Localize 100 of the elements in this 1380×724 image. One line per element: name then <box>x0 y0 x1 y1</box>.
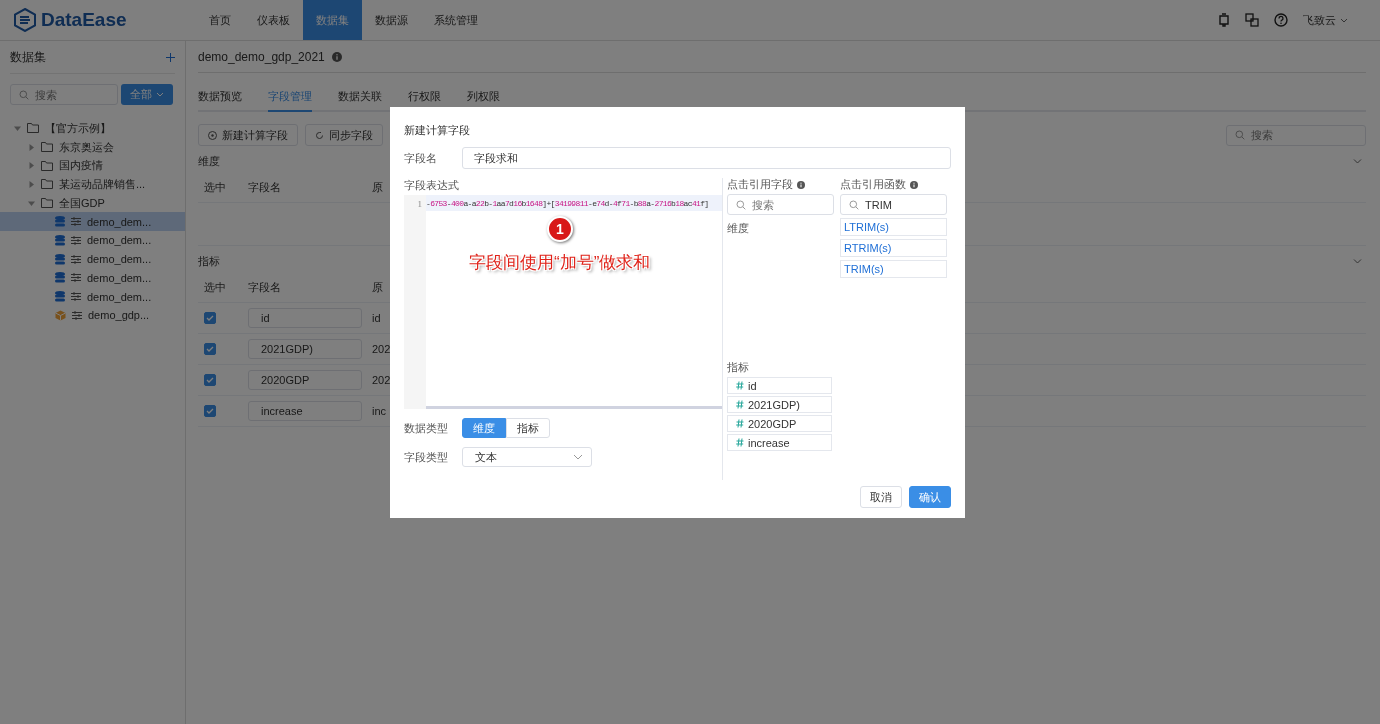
column-header: 原 <box>372 279 383 295</box>
table-cell: id <box>372 312 381 324</box>
field-label: 字段名 <box>404 150 438 166</box>
chevron-icon[interactable] <box>1353 158 1362 164</box>
user-name[interactable]: 飞致云 <box>1303 12 1336 28</box>
field-name-input[interactable]: 2021GDP) <box>248 339 362 359</box>
checkbox[interactable] <box>204 343 216 355</box>
tree-item[interactable]: demo_dem... <box>0 231 185 250</box>
field-label: 数据类型 <box>404 420 449 436</box>
expand-arrow-icon[interactable] <box>28 143 35 151</box>
tree-item[interactable]: 全国GDP <box>0 193 185 213</box>
column-header: 字段名 <box>248 179 282 195</box>
field-name-input[interactable]: 2020GDP <box>248 370 362 390</box>
table-cell: inc <box>372 405 387 417</box>
group-label: 维度 <box>727 221 750 236</box>
folder-icon <box>41 142 53 153</box>
tree-item[interactable]: 【官方示例】 <box>0 119 185 138</box>
cube-icon <box>55 309 66 321</box>
field-label: 字段表达式 <box>404 178 460 193</box>
expand-arrow-icon[interactable] <box>14 124 21 132</box>
checkbox[interactable] <box>204 374 216 386</box>
info-icon[interactable] <box>910 180 918 189</box>
search-field[interactable]: 搜索 <box>10 84 118 105</box>
chevron-icon[interactable] <box>1353 258 1362 264</box>
expand-arrow-icon[interactable] <box>28 180 35 188</box>
tab[interactable]: 数据关联 <box>338 89 382 112</box>
caret-icon <box>156 92 164 97</box>
search-field[interactable]: 搜索 <box>1226 124 1366 146</box>
new-field-button[interactable]: 新建计算字段 <box>198 124 298 146</box>
expand-arrow-icon[interactable] <box>28 162 35 170</box>
bell-icon[interactable] <box>1218 13 1230 27</box>
filter-dropdown[interactable]: 全部 <box>121 84 173 105</box>
tree-item[interactable]: 国内疫情 <box>0 156 185 176</box>
tree-item[interactable]: demo_dem... <box>0 287 185 306</box>
search-icon <box>19 89 29 100</box>
expand-arrow-icon[interactable] <box>28 199 35 207</box>
tab[interactable]: 字段管理 <box>268 89 312 112</box>
search-icon <box>1235 130 1245 140</box>
sliders-icon <box>71 273 81 283</box>
sliders-icon <box>71 235 81 245</box>
name-input[interactable]: 字段求和 <box>462 147 951 169</box>
type-select[interactable]: 文本 <box>462 447 592 467</box>
section-title: 维度 <box>198 153 220 169</box>
panel-title: 点击引用字段 <box>727 177 793 192</box>
nav-tab[interactable]: 系统管理 <box>421 0 491 40</box>
sliders-icon <box>71 217 81 227</box>
search-field[interactable]: 搜索 <box>727 194 834 215</box>
sliders-icon <box>72 310 82 320</box>
search-field[interactable]: TRIM <box>840 194 947 215</box>
column-header: 字段名 <box>248 279 282 295</box>
folder-icon <box>41 179 53 190</box>
dialog-title: 新建计算字段 <box>404 123 471 138</box>
logo-text: DataEase <box>41 9 127 31</box>
function-item[interactable]: TRIM(s) <box>840 260 947 278</box>
database-icon <box>55 216 65 228</box>
search-icon <box>849 199 859 210</box>
table-cell: 202 <box>372 343 391 355</box>
tab[interactable]: 数据预览 <box>198 89 242 112</box>
tree-item[interactable]: demo_gdp... <box>0 305 185 325</box>
tree-item[interactable]: 某运动品牌销售... <box>0 175 185 194</box>
checkbox[interactable] <box>204 312 216 324</box>
section-title: 指标 <box>198 253 220 269</box>
refresh-icon <box>315 130 324 140</box>
code-editor[interactable]: 1 -6753-400a-a22b-1aa7d16b1648]+[34199811-e74d-4f71-b88a-2716b18ac41f] 1 字段间使用“加号”做求和 <box>404 195 722 409</box>
chevron-icon <box>573 454 583 460</box>
folder-icon <box>41 160 53 171</box>
dataset-title: demo_demo_gdp_2021 <box>198 49 325 64</box>
column-header: 原 <box>372 179 383 195</box>
database-icon <box>55 272 65 284</box>
segment-button[interactable]: 指标 <box>506 418 550 438</box>
nav-tab[interactable]: 仪表板 <box>244 0 303 40</box>
plus-icon[interactable] <box>166 52 175 62</box>
field-label: 字段类型 <box>404 449 449 465</box>
translate-icon[interactable] <box>1245 13 1259 27</box>
field-name-input[interactable]: id <box>248 308 362 328</box>
tree-item[interactable]: demo_dem... <box>0 212 185 232</box>
info-icon[interactable] <box>797 180 805 189</box>
help-icon[interactable] <box>1274 13 1288 27</box>
segment-button[interactable]: 维度 <box>462 418 506 438</box>
confirm-button[interactable]: 确认 <box>909 486 951 508</box>
tree-item[interactable]: demo_dem... <box>0 268 185 288</box>
folder-icon <box>27 123 39 134</box>
caret-icon[interactable] <box>1340 17 1348 23</box>
panel-title: 点击引用函数 <box>840 177 906 192</box>
column-header: 选中 <box>203 279 227 295</box>
sliders-icon <box>71 254 81 264</box>
group-label: 指标 <box>727 360 750 375</box>
field-name-input[interactable]: increase <box>248 401 362 421</box>
nav-tab[interactable]: 数据集 <box>303 0 362 40</box>
function-item[interactable]: RTRIM(s) <box>840 239 947 257</box>
nav-tab[interactable]: 数据源 <box>362 0 421 40</box>
cancel-button[interactable]: 取消 <box>860 486 902 508</box>
nav-tab[interactable]: 首页 <box>196 0 244 40</box>
function-item[interactable]: LTRIM(s) <box>840 218 947 236</box>
tree-item[interactable]: demo_dem... <box>0 249 185 269</box>
checkbox[interactable] <box>204 405 216 417</box>
sync-button[interactable]: 同步字段 <box>305 124 383 146</box>
info-icon[interactable] <box>331 51 342 62</box>
tree-item[interactable]: 东京奥运会 <box>0 137 185 157</box>
sliders-icon <box>71 292 81 302</box>
